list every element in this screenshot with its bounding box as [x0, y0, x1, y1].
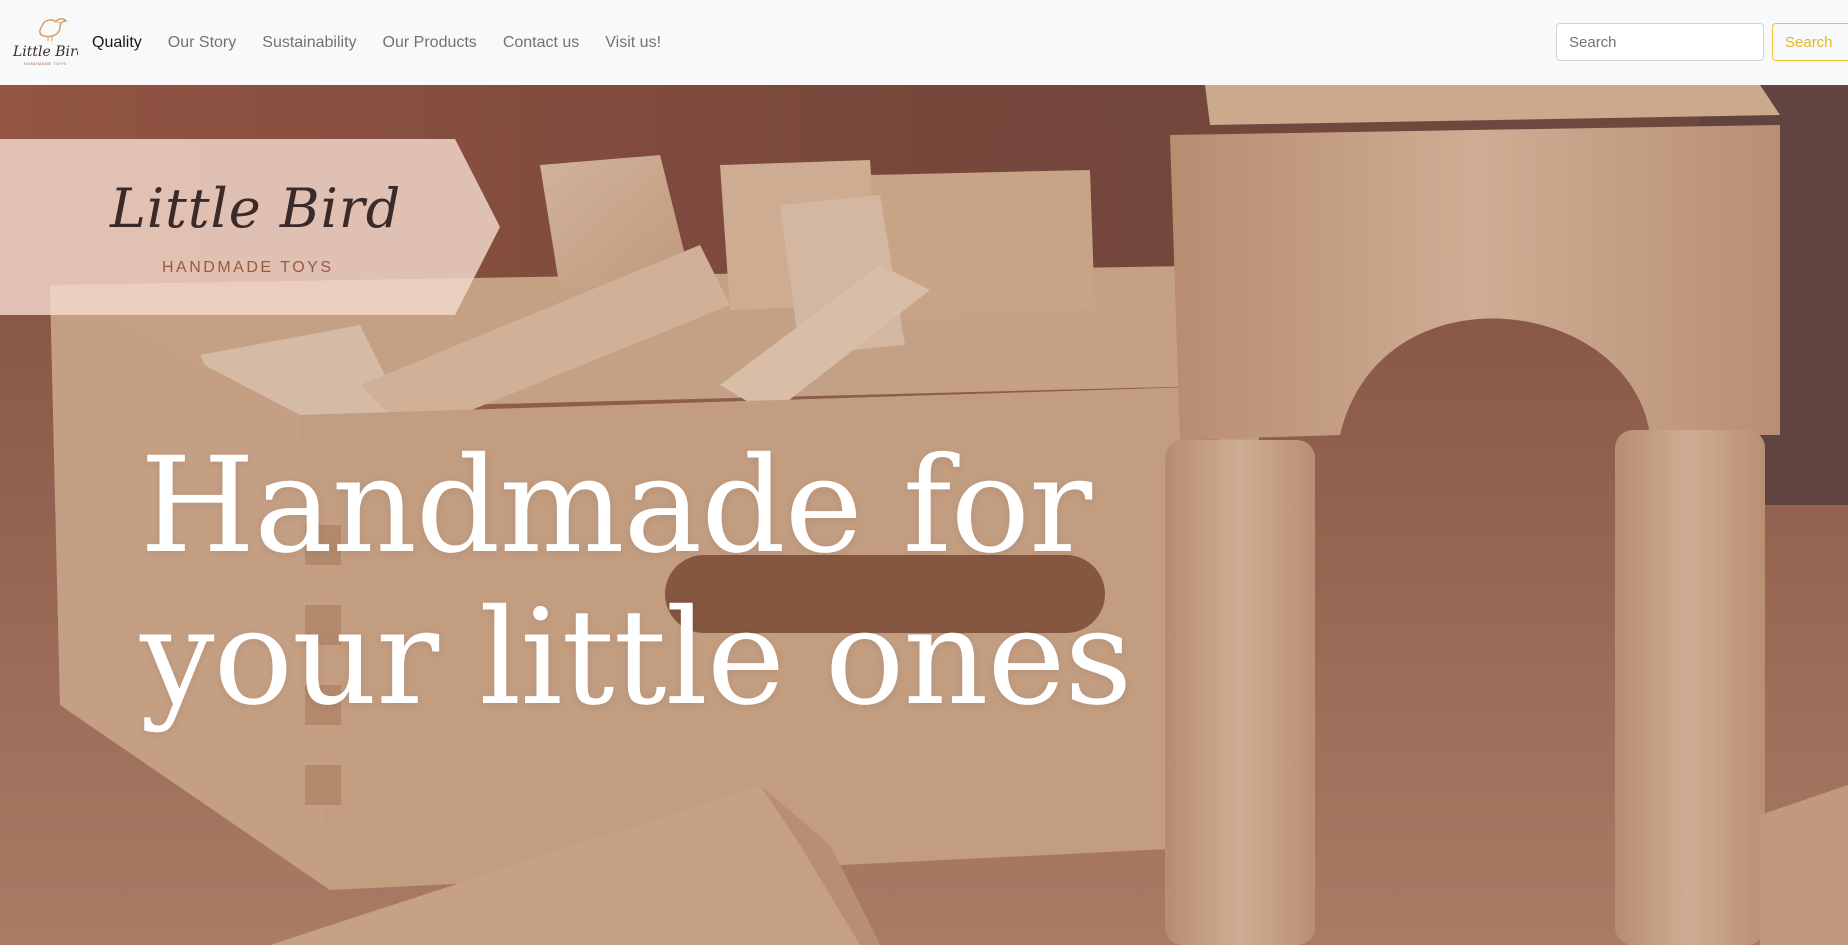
- nav-link-contact-us[interactable]: Contact us: [503, 34, 579, 51]
- nav-link-quality[interactable]: Quality: [92, 34, 142, 51]
- hero-headline: Handmade for your little ones: [140, 429, 1132, 735]
- search-button[interactable]: Search: [1772, 23, 1848, 61]
- brand-logo-text: Little Bird: [12, 44, 78, 60]
- hero-headline-line-2: your little ones: [140, 581, 1132, 735]
- nav-link-sustainability[interactable]: Sustainability: [262, 34, 356, 51]
- brand-logo-link[interactable]: Little Bird HANDMADE TOYS: [12, 12, 86, 70]
- hero-section: Little Bird HANDMADE TOYS Handmade for y…: [0, 85, 1848, 945]
- svg-text:HANDMADE TOYS: HANDMADE TOYS: [24, 61, 67, 66]
- search-form: Search: [1556, 23, 1848, 61]
- search-input[interactable]: [1556, 23, 1764, 61]
- nav-link-our-story[interactable]: Our Story: [168, 34, 236, 51]
- bird-logo-icon: Little Bird HANDMADE TOYS: [12, 18, 86, 66]
- banner-brand-name: Little Bird: [110, 177, 402, 240]
- hero-logo-banner: Little Bird HANDMADE TOYS: [0, 139, 500, 315]
- nav-link-visit-us[interactable]: Visit us!: [605, 34, 661, 51]
- main-nav: Quality Our Story Sustainability Our Pro…: [92, 0, 687, 85]
- banner-brand-tagline: HANDMADE TOYS: [162, 259, 334, 276]
- hero-headline-line-1: Handmade for: [140, 429, 1092, 583]
- nav-link-our-products[interactable]: Our Products: [383, 34, 477, 51]
- top-navbar: Little Bird HANDMADE TOYS Quality Our St…: [0, 0, 1848, 85]
